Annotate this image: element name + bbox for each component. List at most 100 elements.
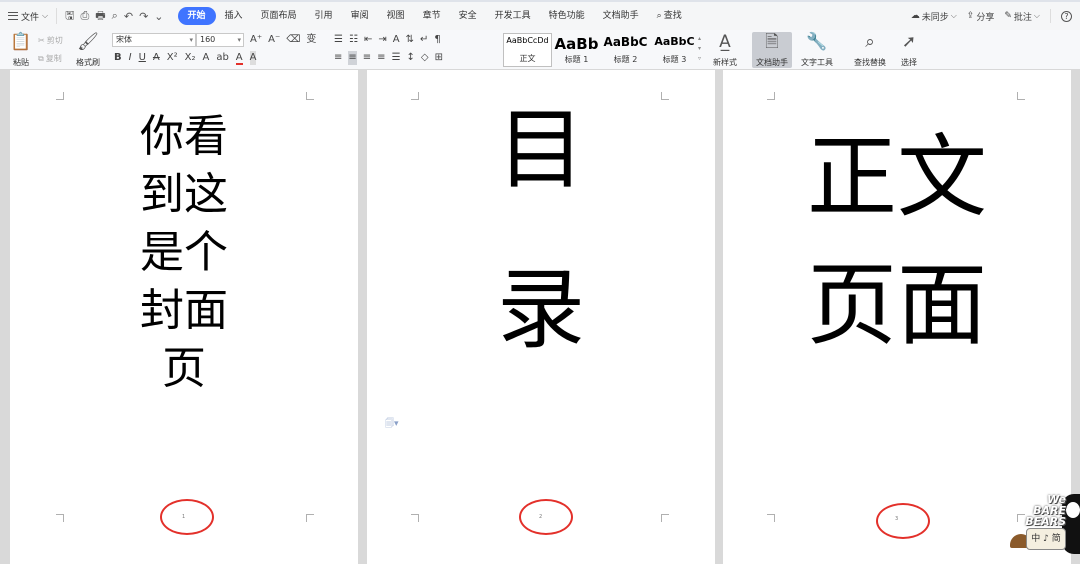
page-body-text[interactable]: 正文 页面: [797, 114, 997, 370]
page-body-text[interactable]: 目 录: [481, 106, 601, 354]
align-center-icon[interactable]: ≡: [348, 51, 357, 65]
line-spacing-icon[interactable]: ↕: [407, 51, 415, 65]
cursor-arrow-icon: ➚: [901, 32, 917, 52]
page-number-highlight: [876, 503, 930, 539]
tab-references[interactable]: 引用: [306, 7, 342, 25]
decrease-font-icon[interactable]: A⁻: [268, 33, 280, 47]
style-heading-3[interactable]: AaBbC 标题 3: [650, 33, 699, 67]
share-button[interactable]: ⇪ 分享: [967, 10, 995, 23]
clear-format-icon[interactable]: ⌫: [286, 33, 300, 47]
new-style-label: 新样式: [713, 58, 737, 67]
superscript-icon[interactable]: X²: [167, 51, 178, 65]
char-border-icon[interactable]: A: [202, 51, 209, 65]
style-gallery-scroll[interactable]: ▴ ▾ ▿: [698, 34, 704, 66]
sort-icon[interactable]: ⇅: [406, 33, 414, 47]
print-icon[interactable]: 🖶: [95, 7, 105, 26]
paste-button[interactable]: 📋 粘贴: [6, 32, 36, 68]
strikethrough-icon[interactable]: A: [153, 51, 160, 65]
file-menu[interactable]: 文件 ⌵: [0, 2, 56, 30]
numbered-list-icon[interactable]: ☷: [349, 33, 358, 47]
cut-button[interactable]: ✂ 剪切: [38, 35, 63, 46]
page-body-text[interactable]: 你看 到这 是个 封面 页: [124, 108, 244, 398]
tab-developer[interactable]: 开发工具: [486, 7, 540, 25]
copy-label: 复制: [45, 54, 62, 63]
chinese-layout-icon[interactable]: A: [393, 33, 400, 47]
cut-label: 剪切: [46, 36, 63, 45]
doc-assistant-button[interactable]: 🗎 文档助手: [752, 32, 792, 68]
new-style-icon: A̲: [719, 32, 731, 52]
tab-review[interactable]: 审阅: [342, 7, 378, 25]
style-name: 标题 1: [564, 55, 589, 64]
shading-icon[interactable]: ◇: [421, 51, 429, 65]
bullet-list-icon[interactable]: ☰: [334, 33, 343, 47]
tab-page-layout[interactable]: 页面布局: [252, 7, 306, 25]
chevron-down-icon: ▾: [189, 36, 193, 44]
tab-search[interactable]: ⌕ 查找: [648, 7, 691, 25]
page-number: 3: [895, 516, 899, 522]
file-menu-label: 文件: [21, 12, 40, 23]
style-heading-1[interactable]: AaBb 标题 1: [552, 33, 601, 67]
phonetic-icon[interactable]: 变: [306, 33, 316, 47]
hamburger-icon: [8, 12, 18, 20]
tab-special-features[interactable]: 特色功能: [540, 7, 594, 25]
distribute-icon[interactable]: ☰: [392, 51, 401, 65]
italic-icon[interactable]: I: [129, 51, 132, 65]
highlight-icon[interactable]: ab: [216, 51, 228, 65]
font-name-select[interactable]: 宋体 ▾: [112, 33, 196, 47]
tab-doc-assistant[interactable]: 文档助手: [594, 7, 648, 25]
copy-button[interactable]: ⧉ 复制: [38, 53, 62, 64]
document-icon: 🗎: [765, 32, 779, 52]
print-preview-icon[interactable]: ⌕: [112, 9, 118, 23]
borders-icon[interactable]: ⊞: [435, 51, 443, 65]
style-name: 正文: [519, 54, 536, 63]
clipboard-icon: 📋: [10, 32, 32, 52]
undo-icon[interactable]: ↶: [124, 10, 133, 23]
comment-button[interactable]: ✎ 批注 ⌵: [1004, 10, 1040, 23]
menu-right: ☁ 未同步 ⌵ ⇪ 分享 ✎ 批注 ⌵ ?: [911, 2, 1072, 30]
font-name-value: 宋体: [116, 35, 132, 44]
menu-bar: 文件 ⌵ 🖫 ⎙ 🖶 ⌕ ↶ ↷ ⌄ 开始 插入 页面布局 引用 审阅 视图 章…: [0, 0, 1080, 30]
tab-view[interactable]: 视图: [378, 7, 414, 25]
format-painter-button[interactable]: 🖌 格式刷: [74, 32, 102, 68]
font-color-icon[interactable]: A: [235, 52, 243, 65]
tab-home[interactable]: 开始: [177, 7, 216, 25]
select-label: 选择: [901, 58, 917, 67]
paste-options-icon[interactable]: 🗐▾: [385, 416, 399, 432]
align-left-icon[interactable]: ≡: [334, 51, 342, 65]
align-right-icon[interactable]: ≡: [363, 51, 371, 65]
char-shading-icon[interactable]: A: [249, 51, 257, 65]
save-icon[interactable]: 🖫: [65, 7, 74, 26]
subscript-icon[interactable]: X₂: [185, 51, 196, 65]
document-page-3[interactable]: 正文 页面 3: [723, 70, 1071, 564]
margin-marker: [767, 92, 775, 100]
customize-icon[interactable]: ⌄: [154, 10, 163, 23]
increase-font-icon[interactable]: A⁺: [250, 33, 262, 47]
increase-indent-icon[interactable]: ⇥: [378, 33, 386, 47]
help-button[interactable]: ?: [1061, 10, 1072, 22]
bold-icon[interactable]: B: [114, 51, 122, 65]
tab-insert[interactable]: 插入: [216, 7, 252, 25]
style-heading-2[interactable]: AaBbC 标题 2: [601, 33, 650, 67]
tab-security[interactable]: 安全: [450, 7, 486, 25]
paragraph-tools-top: ☰ ☷ ⇤ ⇥ A ⇅ ↵ ¶: [334, 33, 441, 47]
font-size-tools: A⁺ A⁻ ⌫ 变: [250, 33, 316, 47]
style-normal[interactable]: AaBbCcDd 正文: [503, 33, 552, 67]
font-size-select[interactable]: 160 ▾: [196, 33, 244, 47]
tab-section[interactable]: 章节: [414, 7, 450, 25]
style-preview: AaBbC: [603, 35, 648, 49]
sync-button[interactable]: ☁ 未同步 ⌵: [911, 10, 957, 23]
paragraph-mark-icon[interactable]: ¶: [434, 33, 440, 47]
scissors-icon: ✂: [38, 36, 45, 45]
select-button[interactable]: ➚ 选择: [896, 32, 922, 68]
decrease-indent-icon[interactable]: ⇤: [364, 33, 372, 47]
underline-icon[interactable]: U: [139, 51, 146, 65]
export-pdf-icon[interactable]: ⎙: [80, 9, 89, 23]
text-tools-button[interactable]: 🔧 文字工具: [796, 32, 838, 68]
new-style-button[interactable]: A̲ 新样式: [708, 32, 742, 68]
justify-icon[interactable]: ≡: [377, 51, 385, 65]
find-replace-button[interactable]: ⌕ 查找替换: [850, 32, 890, 68]
show-marks-icon[interactable]: ↵: [420, 33, 428, 47]
document-page-2[interactable]: 目 录 🗐▾ 2: [367, 70, 715, 564]
document-page-1[interactable]: 你看 到这 是个 封面 页 1: [10, 70, 358, 564]
redo-icon[interactable]: ↷: [139, 10, 148, 23]
